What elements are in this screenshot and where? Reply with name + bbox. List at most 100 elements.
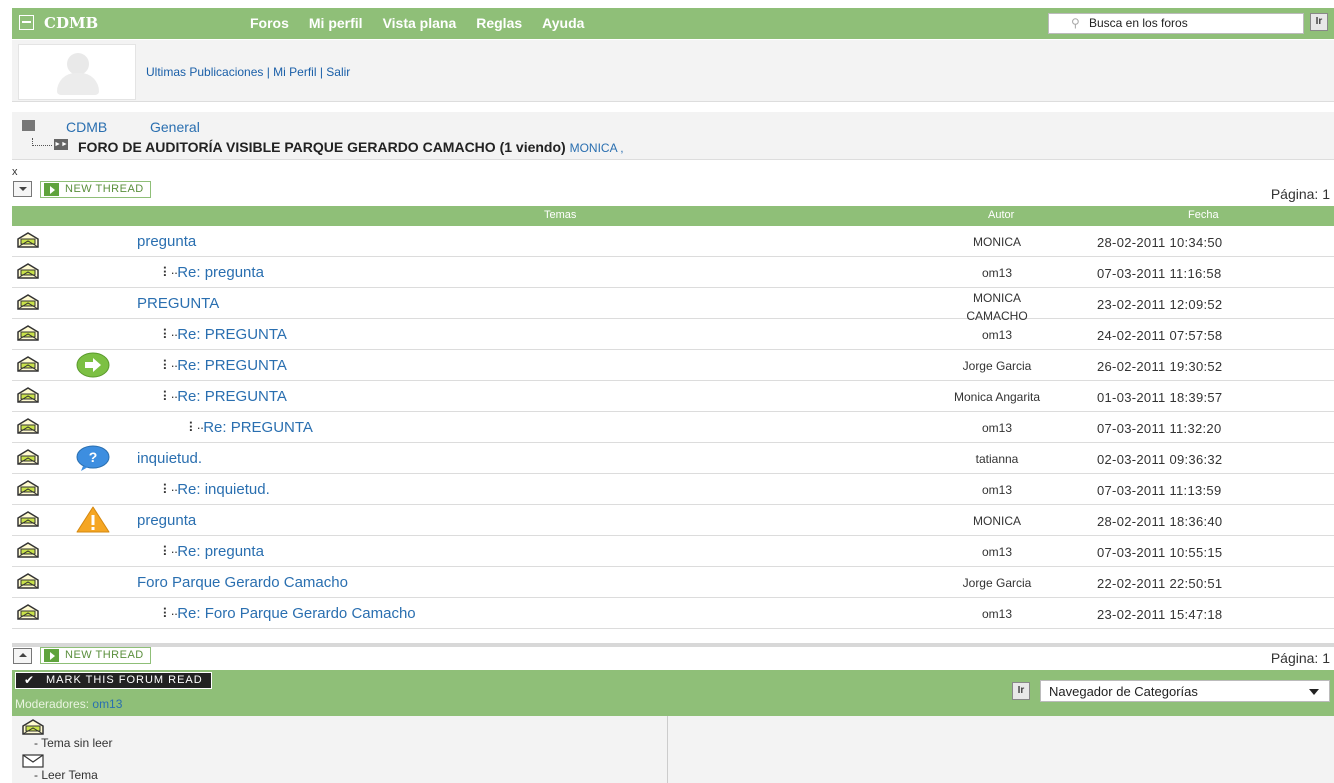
- thread-author[interactable]: om13: [912, 483, 1082, 497]
- thread-subject-link[interactable]: pregunta: [137, 512, 196, 529]
- breadcrumb: CDMB General ►► FORO DE AUDITORÍA VISIBL…: [12, 112, 1334, 160]
- close-button[interactable]: x: [12, 166, 18, 178]
- thread-author[interactable]: Jorge Garcia: [912, 359, 1082, 373]
- header-topics[interactable]: Temas: [544, 209, 576, 221]
- user-links[interactable]: Ultimas Publicaciones | Mi Perfil | Sali…: [146, 65, 350, 79]
- mark-read-button[interactable]: ✔ MARK THIS FORUM READ: [15, 672, 212, 689]
- unread-envelope-icon[interactable]: [17, 263, 39, 279]
- thread-subject-link[interactable]: pregunta: [137, 233, 196, 250]
- avatar-body: [57, 73, 99, 95]
- thread-subject-text: pregunta: [137, 233, 197, 250]
- unread-envelope-icon[interactable]: [17, 387, 39, 403]
- thread-author[interactable]: MONICA: [912, 514, 1082, 528]
- thread-author[interactable]: tatianna: [912, 452, 1082, 466]
- table-row: ⠇··Re: pregunta om13 07-03-2011 10:55:15: [12, 536, 1334, 567]
- thread-author[interactable]: om13: [912, 607, 1082, 621]
- forum-footer: ✔ MARK THIS FORUM READ Moderadores: om13…: [12, 670, 1334, 716]
- collapse-up-button[interactable]: [13, 648, 32, 664]
- thread-subject-link[interactable]: ⠇··Re: pregunta: [162, 264, 264, 281]
- thread-subject-link[interactable]: ⠇··Re: Foro Parque Gerardo Camacho: [162, 605, 416, 622]
- reply-tree-connector: ⠇··: [162, 544, 178, 559]
- thread-subject-link[interactable]: ⠇··Re: PREGUNTA: [162, 326, 287, 343]
- thread-subject-link[interactable]: ⠇··Re: PREGUNTA: [188, 419, 313, 436]
- thread-date: 23-02-2011 15:47:18: [1097, 607, 1223, 622]
- thread-subject-text: Re: PREGUNTA: [177, 357, 287, 374]
- reply-tree-connector: ⠇··: [162, 389, 178, 404]
- thread-subject-text: Re: PREGUNTA: [177, 388, 287, 405]
- thread-date: 07-03-2011 11:16:58: [1097, 266, 1222, 281]
- thread-author[interactable]: om13: [912, 266, 1082, 280]
- thread-subject-link[interactable]: ⠇··Re: PREGUNTA: [162, 357, 287, 374]
- thread-subject-link[interactable]: PREGUNTA: [137, 295, 219, 312]
- thread-subject-text: Re: pregunta: [177, 264, 264, 281]
- thread-subject-text: Re: pregunta: [177, 543, 264, 560]
- nav-mi-perfil[interactable]: Mi perfil: [309, 15, 363, 31]
- forum-viewers[interactable]: MONICA ,: [570, 141, 624, 155]
- header-date[interactable]: Fecha: [1188, 209, 1219, 221]
- thread-date: 28-02-2011 18:36:40: [1097, 514, 1223, 529]
- collapse-down-button[interactable]: [13, 181, 32, 197]
- category-icon: [22, 120, 35, 131]
- thread-date: 07-03-2011 10:55:15: [1097, 545, 1223, 560]
- thread-subject-text: Re: Foro Parque Gerardo Camacho: [177, 605, 416, 622]
- thread-subject-link[interactable]: ⠇··Re: inquietud.: [162, 481, 270, 498]
- unread-envelope-icon[interactable]: [17, 542, 39, 558]
- thread-subject-text: pregunta: [137, 512, 197, 529]
- moderator-link[interactable]: om13: [92, 697, 122, 711]
- unread-envelope-icon[interactable]: [17, 294, 39, 310]
- read-envelope-icon: [22, 754, 44, 768]
- unread-envelope-icon[interactable]: [17, 449, 39, 465]
- thread-date: 24-02-2011 07:57:58: [1097, 328, 1223, 343]
- nav-reglas[interactable]: Reglas: [476, 15, 522, 31]
- new-thread-button-bottom[interactable]: NEW THREAD: [40, 647, 151, 664]
- table-row: Foro Parque Gerardo Camacho Jorge Garcia 2…: [12, 567, 1334, 598]
- brand-title[interactable]: CDMB: [44, 14, 98, 32]
- nav-ayuda[interactable]: Ayuda: [542, 15, 584, 31]
- unread-envelope-icon[interactable]: [17, 325, 39, 341]
- thread-subject-link[interactable]: ⠇··Re: PREGUNTA: [162, 388, 287, 405]
- thread-author[interactable]: Jorge Garcia: [912, 576, 1082, 590]
- forum-title-text: FORO DE AUDITORÍA VISIBLE PARQUE GERARDO…: [78, 139, 566, 155]
- breadcrumb-root[interactable]: CDMB: [66, 119, 107, 135]
- legend-blank-panel: [668, 716, 1334, 783]
- thread-author[interactable]: MONICA: [912, 235, 1082, 249]
- unread-envelope-icon[interactable]: [17, 232, 39, 248]
- header-author[interactable]: Autor: [988, 209, 1014, 221]
- breadcrumb-category[interactable]: General: [150, 119, 200, 135]
- category-go-button[interactable]: Ir: [1012, 682, 1030, 700]
- unread-envelope-icon: [22, 719, 44, 735]
- question-icon: ?: [75, 444, 111, 472]
- new-thread-button[interactable]: NEW THREAD: [40, 181, 151, 198]
- unread-envelope-icon[interactable]: [17, 418, 39, 434]
- nav-foros[interactable]: Foros: [250, 15, 289, 31]
- thread-date: 07-03-2011 11:32:20: [1097, 421, 1222, 436]
- top-navigation-bar: CDMB Foros Mi perfil Vista plana Reglas …: [12, 8, 1334, 39]
- thread-subject-text: inquietud.: [137, 450, 203, 467]
- thread-date: 07-03-2011 11:13:59: [1097, 483, 1222, 498]
- legend-read: - Leer Tema: [34, 768, 98, 782]
- thread-author[interactable]: om13: [912, 421, 1082, 435]
- search-input[interactable]: ⚲ Busca en los foros: [1048, 13, 1304, 34]
- moderators: Moderadores: om13: [15, 697, 122, 711]
- search-go-button[interactable]: Ir: [1310, 13, 1328, 31]
- thread-author[interactable]: Monica Angarita: [912, 390, 1082, 404]
- thread-author[interactable]: om13: [912, 328, 1082, 342]
- unread-envelope-icon[interactable]: [17, 356, 39, 372]
- table-row: pregunta MONICA 28-02-2011 18:36:40: [12, 505, 1334, 536]
- search-icon: ⚲: [1071, 16, 1080, 30]
- category-navigator-select[interactable]: Navegador de Categorías: [1040, 680, 1330, 702]
- reply-tree-connector: ⠇··: [162, 327, 178, 342]
- table-header: Temas Autor Fecha: [12, 206, 1334, 226]
- unread-envelope-icon[interactable]: [17, 604, 39, 620]
- collapse-icon[interactable]: [19, 15, 34, 30]
- unread-envelope-icon[interactable]: [17, 480, 39, 496]
- thread-author[interactable]: om13: [912, 545, 1082, 559]
- list-divider: [12, 643, 1334, 647]
- nav-vista-plana[interactable]: Vista plana: [383, 15, 457, 31]
- thread-subject-link[interactable]: inquietud.: [137, 450, 202, 467]
- thread-subject-link[interactable]: Foro Parque Gerardo Camacho: [137, 574, 348, 591]
- checkmark-icon: ✔: [24, 673, 36, 687]
- unread-envelope-icon[interactable]: [17, 511, 39, 527]
- unread-envelope-icon[interactable]: [17, 573, 39, 589]
- thread-subject-link[interactable]: ⠇··Re: pregunta: [162, 543, 264, 560]
